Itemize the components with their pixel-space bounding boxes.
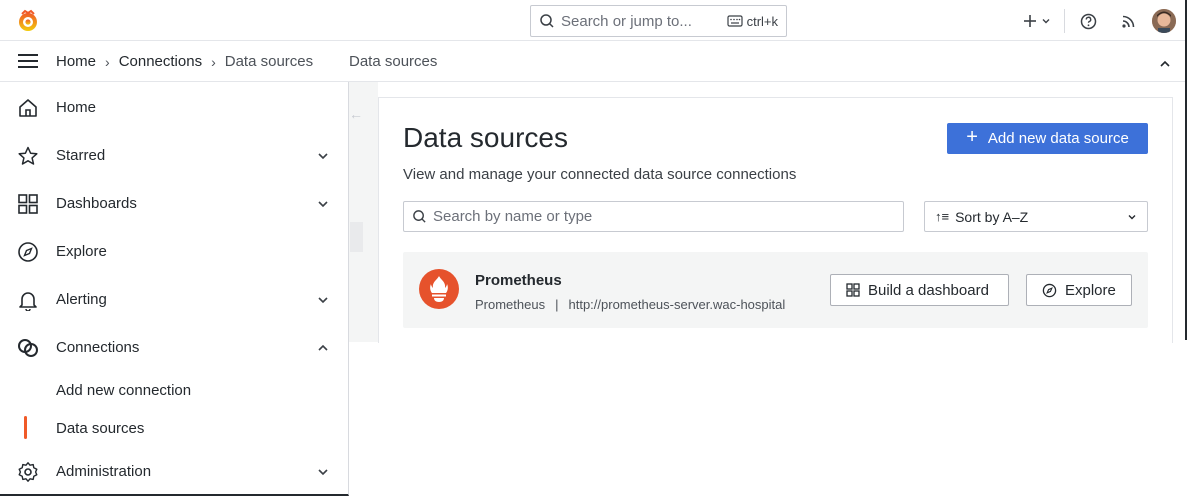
sort-label: Sort by A–Z <box>955 208 1029 225</box>
sidebar-item-label: Starred <box>56 146 106 164</box>
sidebar-item-alerting[interactable]: Alerting <box>0 279 349 319</box>
plus-icon <box>1024 15 1036 27</box>
plus-icon: + <box>966 126 978 148</box>
sidebar-item-label: Administration <box>56 462 152 480</box>
side-navigation: Home Starred Dashboards Explore Alerting… <box>0 82 349 496</box>
grafana-logo-icon[interactable] <box>16 9 40 33</box>
gear-icon <box>18 462 38 482</box>
search-shortcut-label: ctrl+k <box>746 13 778 29</box>
dashboards-grid-icon <box>18 194 38 214</box>
background-strip: ← <box>349 82 378 342</box>
arrow-left-icon: ← <box>349 106 363 122</box>
home-icon <box>19 99 37 117</box>
sidebar-item-explore[interactable]: Explore <box>0 231 349 271</box>
collapse-button[interactable] <box>1159 56 1171 74</box>
chevron-right-icon: › <box>105 53 110 70</box>
datasource-meta: Prometheus | http://prometheus-server.wa… <box>475 297 785 312</box>
meta-divider: | <box>555 297 559 312</box>
menu-toggle-button[interactable] <box>18 54 38 73</box>
news-button[interactable] <box>1115 8 1141 34</box>
breadcrumb-data-sources: Data sources <box>224 53 314 70</box>
global-search[interactable]: Search or jump to... ctrl+k <box>530 5 787 37</box>
search-icon <box>413 210 426 223</box>
news-rss-icon <box>1121 15 1134 28</box>
build-dashboard-label: Build a dashboard <box>868 281 989 299</box>
chevron-down-icon[interactable] <box>316 465 330 479</box>
divider <box>1064 9 1065 33</box>
datasource-card[interactable]: Prometheus Prometheus | http://prometheu… <box>403 252 1148 328</box>
sidebar-item-connections[interactable]: Connections <box>0 327 349 367</box>
sidebar-item-starred[interactable]: Starred <box>0 135 349 175</box>
explore-label: Explore <box>1065 281 1116 299</box>
sort-select[interactable]: ↑≡ Sort by A–Z <box>924 201 1148 232</box>
compass-icon <box>1042 283 1057 297</box>
top-actions <box>1020 8 1177 34</box>
sidebar-item-dashboards[interactable]: Dashboards <box>0 183 349 223</box>
new-menu-button[interactable] <box>1020 8 1054 34</box>
top-bar: Search or jump to... ctrl+k <box>0 0 1187 41</box>
active-indicator <box>24 416 27 439</box>
sidebar-item-label: Alerting <box>56 290 107 308</box>
hamburger-menu-icon <box>18 54 38 68</box>
sidebar-item-label: Home <box>56 98 97 116</box>
search-icon <box>540 14 554 28</box>
sidebar-item-administration[interactable]: Administration <box>0 451 349 491</box>
chevron-down-icon[interactable] <box>316 197 330 211</box>
avatar <box>1152 9 1176 33</box>
chevron-right-icon: › <box>211 53 216 70</box>
add-data-source-label: Add new data source <box>987 130 1129 147</box>
sidebar-item-home[interactable]: Home <box>0 87 349 127</box>
chevron-up-icon <box>1160 60 1170 67</box>
chevron-up-icon[interactable] <box>316 341 330 355</box>
add-data-source-button[interactable]: + Add new data source <box>947 123 1148 154</box>
datasource-url: http://prometheus-server.wac-hospital <box>568 297 786 312</box>
datasource-name[interactable]: Prometheus <box>475 272 562 289</box>
page-title: Data sources <box>403 122 568 153</box>
help-button[interactable] <box>1075 8 1101 34</box>
datasource-type: Prometheus <box>475 297 546 312</box>
global-search-placeholder: Search or jump to... <box>561 12 692 30</box>
sidebar-subitem-data-sources[interactable]: Data sources <box>56 420 144 437</box>
breadcrumb-connections[interactable]: Connections <box>119 53 202 70</box>
page-subtitle: View and manage your connected data sour… <box>403 166 797 183</box>
sort-icon: ↑≡ <box>935 209 950 224</box>
breadcrumb-home[interactable]: Home <box>56 53 96 70</box>
bell-icon <box>19 292 37 311</box>
sidebar-item-label: Connections <box>56 338 140 356</box>
explore-button[interactable]: Explore <box>1026 274 1132 306</box>
chevron-down-icon <box>1042 19 1050 24</box>
datasource-search-input[interactable]: Search by name or type <box>403 201 904 232</box>
datasource-search-placeholder: Search by name or type <box>433 208 593 225</box>
chevron-down-icon <box>1128 214 1136 219</box>
sidebar-item-label: Explore <box>56 242 107 260</box>
chevron-down-icon[interactable] <box>316 293 330 307</box>
background-block <box>350 222 363 252</box>
prometheus-logo-icon <box>419 269 459 309</box>
breadcrumb-bar: Home › Connections › Data sources Data s… <box>0 41 1187 82</box>
connections-icon <box>18 339 38 357</box>
dashboards-grid-icon <box>846 283 860 297</box>
star-icon <box>18 146 38 165</box>
breadcrumb: Home › Connections › Data sources <box>56 53 313 70</box>
help-icon <box>1080 13 1096 29</box>
sidebar-item-label: Dashboards <box>56 194 137 212</box>
breadcrumb-overlay-text: Data sources <box>349 53 438 70</box>
compass-icon <box>18 242 38 262</box>
build-dashboard-button[interactable]: Build a dashboard <box>830 274 1009 306</box>
sidebar-subitem-add-new-connection[interactable]: Add new connection <box>56 382 191 399</box>
chevron-down-icon[interactable] <box>316 149 330 163</box>
keyboard-icon <box>726 15 743 27</box>
profile-button[interactable] <box>1151 8 1177 34</box>
search-shortcut: ctrl+k <box>726 13 778 29</box>
